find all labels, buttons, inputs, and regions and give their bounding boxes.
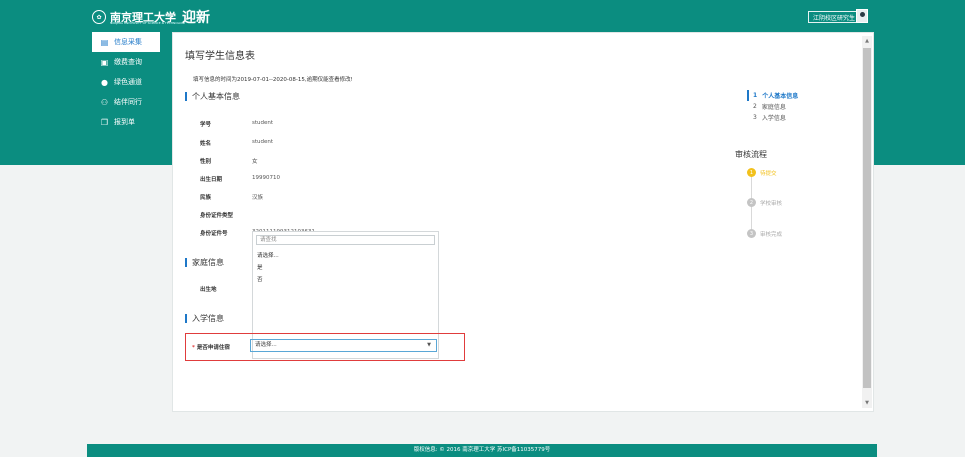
field-student-id: 学号 student (200, 120, 274, 128)
step-family[interactable]: 2 家庭信息 (747, 101, 798, 112)
avatar[interactable] (856, 9, 868, 23)
sidebar-item-info-collect[interactable]: ▤ 信息采集 (92, 32, 160, 52)
step-nav: 1 个人基本信息 2 家庭信息 3 入学信息 (747, 90, 798, 123)
sidebar-item-label: 结伴同行 (114, 98, 142, 106)
sidebar-item-label: 缴费查询 (114, 58, 142, 66)
scroll-thumb[interactable] (863, 48, 871, 388)
sidebar-item-label: 信息采集 (114, 38, 142, 46)
user-label: 江阴校区研究生 (813, 14, 856, 22)
flow-step-pending: 1 待提交 (747, 168, 777, 177)
university-seal-icon: ✿ (92, 10, 106, 24)
step-personal[interactable]: 1 个人基本信息 (747, 90, 798, 101)
app-title: 迎新 (182, 10, 210, 26)
step-dot: 3 (747, 229, 756, 238)
scroll-down-arrow-icon[interactable]: ▼ (863, 399, 871, 407)
dropdown-option[interactable]: 请选择... (253, 250, 438, 262)
dropdown-search-input[interactable]: 请查找 (256, 235, 435, 245)
university-subtitle: NANJING UNIVERSITY OF SCIENCE & TECHNOLO… (110, 21, 186, 25)
sidebar-item-label: 报到单 (114, 118, 135, 126)
section-personal-title: 个人基本信息 (185, 91, 240, 102)
section-family-title: 家庭信息 (185, 257, 224, 268)
step-dot: 2 (747, 198, 756, 207)
sidebar: ▤ 信息采集 ▣ 缴费查询 ● 绿色通道 ⚇ 结伴同行 ❐ 报到单 (92, 32, 168, 412)
sidebar-item-report-form[interactable]: ❐ 报到单 (92, 112, 168, 132)
copy-icon: ❐ (100, 117, 109, 127)
logo[interactable]: ✿ 南京理工大学 NANJING UNIVERSITY OF SCIENCE &… (92, 7, 210, 27)
dropdown-option[interactable]: 否 (253, 274, 438, 286)
people-icon: ⚇ (100, 97, 109, 107)
field-name: 姓名 student (200, 139, 274, 147)
field-id-type: 身份证件类型 (200, 213, 234, 219)
dorm-select[interactable]: 请选择... ▼ (250, 339, 437, 352)
review-flow-title: 审核流程 (735, 150, 767, 159)
chevron-down-icon: ▼ (427, 342, 431, 348)
dropdown-option[interactable]: 是 (253, 262, 438, 274)
dorm-field-label: * 是否申请住宿 (192, 345, 230, 351)
sidebar-item-green-channel[interactable]: ● 绿色通道 (92, 72, 168, 92)
footer: 版权信息: © 2016 南京理工大学 苏ICP备11035779号 (87, 444, 877, 457)
globe-icon: ● (101, 77, 108, 87)
field-birthplace: 出生地 (200, 287, 217, 293)
sidebar-item-label: 绿色通道 (114, 78, 142, 86)
step-dot: 1 (747, 168, 756, 177)
flow-step-school-review: 2 学校审核 (747, 198, 782, 207)
sidebar-item-companions[interactable]: ⚇ 结伴同行 (92, 92, 168, 112)
sidebar-item-fee-query[interactable]: ▣ 缴费查询 (92, 52, 168, 72)
page-title: 填写学生信息表 (185, 51, 255, 62)
dorm-select-value: 请选择... (255, 342, 277, 348)
scrollbar[interactable]: ▲ ▼ (862, 36, 872, 408)
document-icon: ▤ (100, 37, 109, 47)
step-enroll[interactable]: 3 入学信息 (747, 112, 798, 123)
main-panel: 填写学生信息表 填写信息的时间为2019-07-01--2020-08-15,逾… (172, 32, 874, 412)
flow-step-complete: 3 审核完成 (747, 229, 782, 238)
field-birth-date: 出生日期 19990710 (200, 175, 280, 183)
notice-text: 填写信息的时间为2019-07-01--2020-08-15,逾期仅能查看修改! (193, 77, 353, 83)
card-icon: ▣ (100, 57, 109, 67)
required-marker: * (192, 345, 195, 351)
field-gender: 性别 女 (200, 159, 258, 165)
scroll-up-arrow-icon[interactable]: ▲ (863, 37, 871, 45)
field-ethnicity: 民族 汉族 (200, 195, 264, 201)
section-enroll-title: 入学信息 (185, 313, 224, 324)
